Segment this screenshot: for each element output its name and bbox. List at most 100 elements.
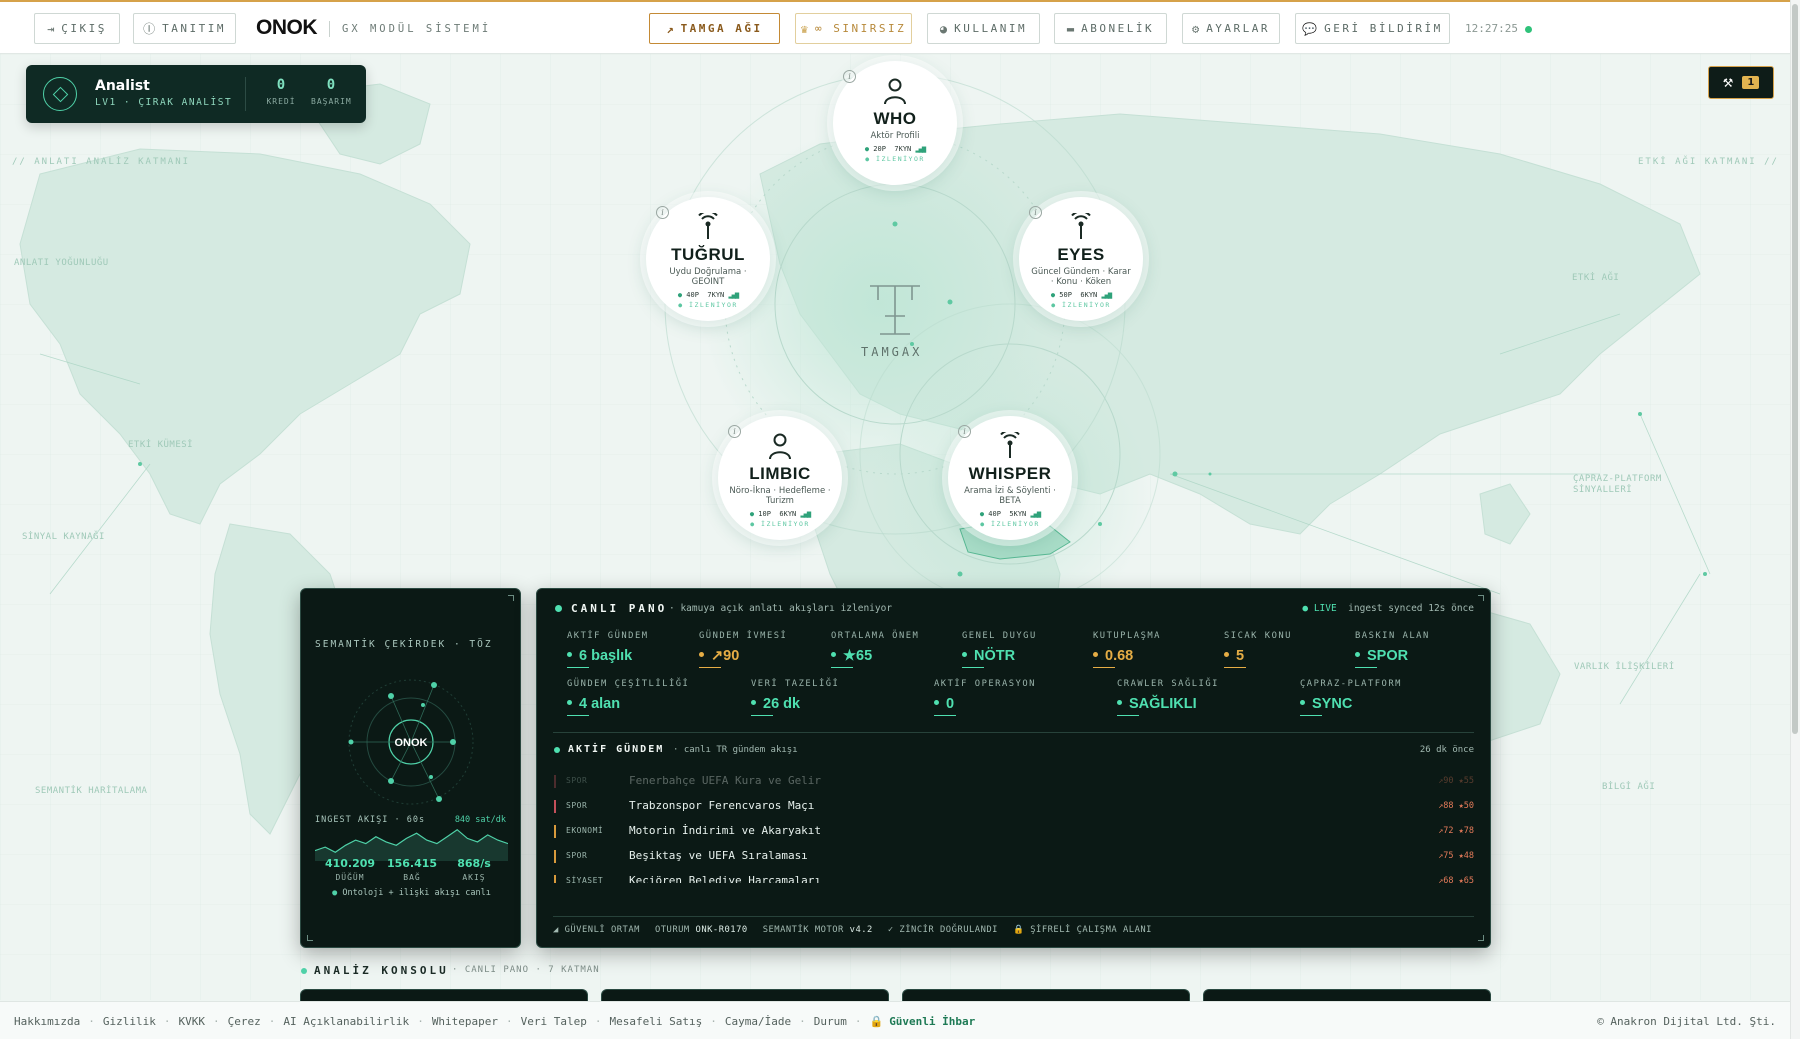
agenda-title-text: Motorin İndirimi ve Akaryakıt xyxy=(629,824,822,837)
engine-info: SEMANTİK MOTOR v4.2 xyxy=(763,925,873,935)
nodes-stat: 410.209 DÜĞÜM xyxy=(315,857,385,882)
exit-button[interactable]: ⇥ ÇIKIŞ xyxy=(34,13,120,44)
credit-stat: 0 KREDİ xyxy=(261,77,301,106)
usage-button[interactable]: ◕ KULLANIM xyxy=(927,13,1040,44)
info-icon[interactable]: i xyxy=(958,425,971,438)
intro-button[interactable]: ⓘ TANITIM xyxy=(133,13,236,44)
kpi-dot xyxy=(1355,651,1360,657)
unlimited-plan-button[interactable]: ♛ ∞ SINIRSIZ xyxy=(795,13,912,44)
feedback-button[interactable]: 💬 GERİ BİLDİRİM xyxy=(1295,13,1450,44)
kpi-underline xyxy=(1117,715,1139,716)
subscription-label: ABONELİK xyxy=(1081,22,1155,35)
divider xyxy=(553,916,1474,917)
kpi-label: GÜNDEM ÇEŞİTLİLİĞİ xyxy=(567,679,690,689)
kpi-dot xyxy=(567,699,572,705)
footer-link[interactable]: Durum xyxy=(814,1015,847,1028)
kpi-value-text: SPOR xyxy=(1367,648,1409,664)
agenda-row[interactable]: EKONOMİ Motorin İndirimi ve Akaryakıt ↗72 … xyxy=(553,819,1474,844)
module-node-limbic[interactable]: i LIMBIC Nöro-İkna · Hedefleme · Turizm ● 1… xyxy=(718,416,842,540)
agenda-row[interactable]: SPOR Beşiktaş ve UEFA Sıralaması ↗75 ★48 xyxy=(553,844,1474,869)
kpi-tile: CRAWLER SAĞLIĞI SAĞLIKLI xyxy=(1117,679,1219,716)
session-info: OTURUM ONK-R0170 xyxy=(655,925,748,935)
scrollbar-thumb[interactable] xyxy=(1792,4,1798,734)
chain-verified-label: ✓ ZİNCİR DOĞRULANDI xyxy=(887,925,998,935)
footer-link[interactable]: Whitepaper xyxy=(432,1015,498,1028)
kpi-value-text: SAĞLIKLI xyxy=(1129,696,1197,712)
top-bar: ⇥ ÇIKIŞ ⓘ TANITIM ONOK GX MODÜL SİSTEMİ … xyxy=(0,0,1790,54)
live-dot-icon: ● xyxy=(1302,603,1309,614)
agenda-list[interactable]: SPOR Fenerbahçe UEFA Kura ve Gelir ↗90 ★55… xyxy=(553,769,1474,883)
module-node-who[interactable]: i WHO Aktör Profili ● 20P 7KYN ▂▄▆ ● İZLENİY… xyxy=(833,61,957,185)
info-icon[interactable]: i xyxy=(728,425,741,438)
ingest-label: INGEST AKIŞI · 60s xyxy=(315,815,426,825)
logo-separator xyxy=(329,21,330,37)
node-status-label: İZLENİYOR xyxy=(876,155,925,163)
tamga-network-button[interactable]: ↗ TAMGA AĞI xyxy=(649,13,780,44)
footer-link[interactable]: Cayma/İade xyxy=(725,1015,791,1028)
module-node-eyes[interactable]: i EYES Güncel Gündem · Karar · Konu · Köke… xyxy=(1019,197,1143,321)
footer-link[interactable]: Çerez xyxy=(228,1015,261,1028)
kpi-dot xyxy=(751,699,756,705)
info-icon[interactable]: i xyxy=(1029,206,1042,219)
footer-link[interactable]: Hakkımızda xyxy=(14,1015,80,1028)
footer-link[interactable]: Gizlilik xyxy=(103,1015,156,1028)
agenda-row[interactable]: SPOR Fenerbahçe UEFA Kura ve Gelir ↗90 ★55 xyxy=(553,769,1474,794)
lock-icon: 🔒 xyxy=(869,1015,884,1028)
safe-report-link[interactable]: Güvenli İhbar xyxy=(889,1015,975,1028)
kpi-tile: ÇAPRAZ-PLATFORM SYNC xyxy=(1300,679,1402,716)
cross-platform-label: ÇAPRAZ-PLATFORM SİNYALLERİ xyxy=(1573,474,1662,495)
footer-link[interactable]: Mesafeli Satış xyxy=(610,1015,703,1028)
info-icon[interactable]: i xyxy=(843,70,856,83)
kpi-dot xyxy=(1300,699,1305,705)
kpi-label: GENEL DUYGU xyxy=(962,631,1037,641)
footer-link[interactable]: AI Açıklanabilirlik xyxy=(283,1015,409,1028)
live-title: CANLI PANO xyxy=(571,602,668,615)
agenda-row[interactable]: SPOR Trabzonspor Ferencvaros Maçı ↗88 ★50 xyxy=(553,794,1474,819)
analyst-card[interactable]: Analist LV1 · ÇIRAK ANALİST 0 KREDİ 0 BA… xyxy=(26,65,366,123)
links-value: 156.415 xyxy=(386,857,438,870)
signal-bars-icon: ▂▄▆ xyxy=(1030,510,1041,518)
agenda-subtitle: · canlı TR gündem akışı xyxy=(673,745,798,755)
kpi-label: BASKIN ALAN xyxy=(1355,631,1430,641)
kpi-value: 26 dk xyxy=(751,696,839,712)
kpi-value-text: 0.68 xyxy=(1105,648,1134,664)
flow-label: AKIŞ xyxy=(462,873,486,882)
footer-separator: · xyxy=(506,1015,513,1028)
kernel-title: SEMANTİK ÇEKİRDEK · TÖZ xyxy=(315,639,493,650)
settings-label: AYARLAR xyxy=(1206,22,1271,35)
kpi-value: NÖTR xyxy=(962,648,1037,664)
kpi-dot xyxy=(1224,651,1229,657)
feedback-label: GERİ BİLDİRİM xyxy=(1324,22,1443,35)
info-icon[interactable]: i xyxy=(656,206,669,219)
corner-mark xyxy=(307,935,313,941)
footer-link[interactable]: KVKK xyxy=(178,1015,205,1028)
footer-separator: · xyxy=(212,1015,220,1028)
settings-button[interactable]: ⚙ AYARLAR xyxy=(1182,13,1280,44)
agenda-category: SPOR xyxy=(566,801,588,810)
module-node-whisper[interactable]: i WHISPER Arama İzi & Söylenti · BETA ● 40P… xyxy=(948,416,1072,540)
node-status-label: İZLENİYOR xyxy=(689,301,738,309)
node-points: 40P xyxy=(988,510,1001,518)
subscription-button[interactable]: ▬ ABONELİK xyxy=(1054,13,1167,44)
footer: Hakkımızda · Gizlilik · KVKK · Çerez · AI Açıkla… xyxy=(0,1001,1790,1039)
narrative-layer-label: // ANLATI ANALİZ KATMANI xyxy=(12,157,191,167)
node-title: WHO xyxy=(873,109,917,128)
node-status: ● İZLENİYOR xyxy=(750,520,810,528)
signal-bars-icon: ▂▄▆ xyxy=(728,291,739,299)
live-footer: ◢ GÜVENLİ ORTAM OTURUM ONK-R0170 SEMANTİ… xyxy=(553,925,1152,935)
kpi-value: 4 alan xyxy=(567,696,689,712)
tamgax-label: TAMGAX xyxy=(861,345,923,359)
usage-label: KULLANIM xyxy=(954,22,1028,35)
credit-value: 0 xyxy=(276,77,286,93)
footer-link[interactable]: Veri Talep xyxy=(521,1015,587,1028)
engine-version: v4.2 xyxy=(849,925,873,935)
tools-badge[interactable]: ⚒ 1 xyxy=(1708,66,1774,99)
kpi-value: SAĞLIKLI xyxy=(1117,696,1219,712)
pie-chart-icon: ◕ xyxy=(939,21,948,36)
agenda-row[interactable]: SİYASET Keçiören Belediye Harcamaları ↗68 … xyxy=(553,869,1474,883)
node-status: ● İZLENİYOR xyxy=(678,301,738,309)
footer-separator: · xyxy=(799,1015,806,1028)
node-subtitle: Güncel Gündem · Karar · Konu · Köken xyxy=(1031,267,1131,287)
kpi-value: 5 xyxy=(1224,648,1292,664)
module-node-tugrul[interactable]: i TUĞRUL Uydu Doğrulama · GEOINT ● 40P 7KYN… xyxy=(646,197,770,321)
